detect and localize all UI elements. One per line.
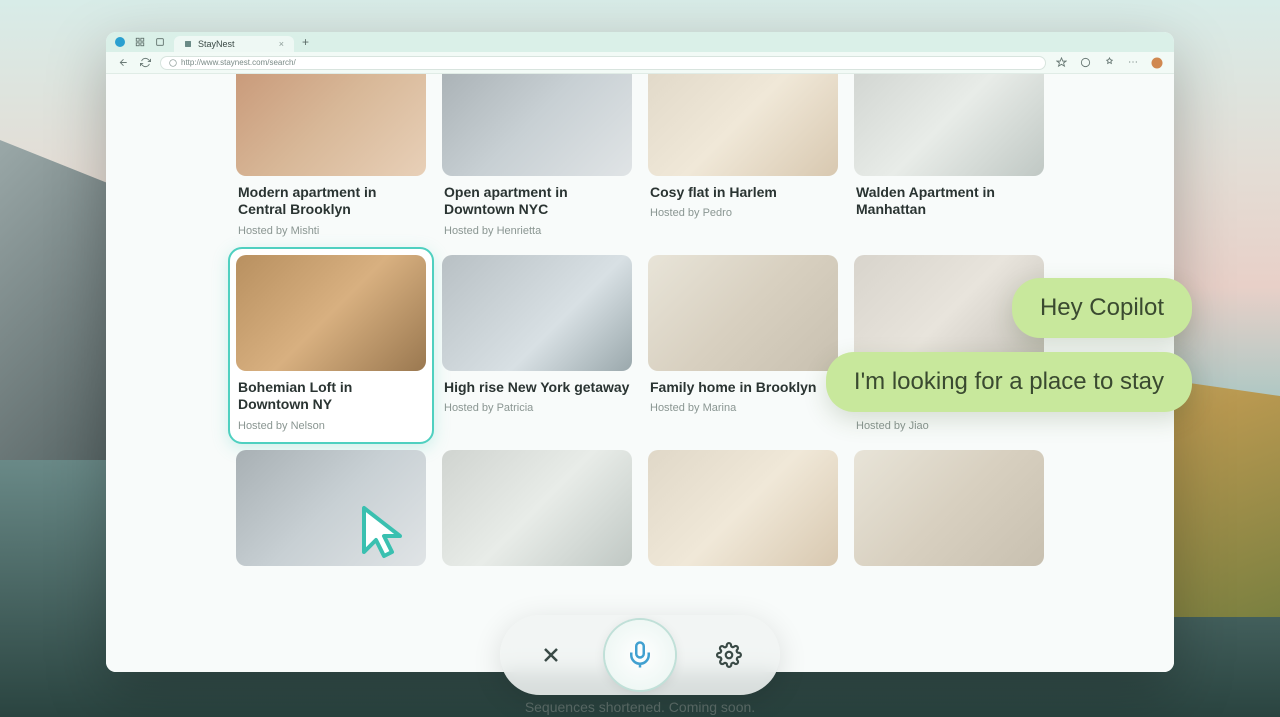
profile-avatar-icon[interactable] xyxy=(1150,56,1164,70)
listing-thumbnail xyxy=(236,255,426,371)
site-info-icon xyxy=(169,59,177,67)
listing-card[interactable] xyxy=(442,450,632,566)
settings-button[interactable] xyxy=(711,637,747,673)
listing-title: Family home in Brooklyn xyxy=(648,377,838,397)
url-text: http://www.staynest.com/search/ xyxy=(181,58,296,67)
tab-title: StayNest xyxy=(198,39,235,49)
listing-thumbnail xyxy=(854,450,1044,566)
demo-caption: Sequences shortened. Coming soon. xyxy=(525,699,755,715)
listing-title: Cosy flat in Harlem xyxy=(648,182,838,202)
address-bar: http://www.staynest.com/search/ ⋯ xyxy=(106,52,1174,74)
listing-card[interactable]: Cosy flat in Harlem Hosted by Pedro xyxy=(648,74,838,241)
listing-title: High rise New York getaway xyxy=(442,377,632,397)
listing-title: Bohemian Loft in Downtown NY xyxy=(236,377,426,414)
more-icon[interactable]: ⋯ xyxy=(1126,56,1140,70)
listing-card[interactable]: High rise New York getaway Hosted by Pat… xyxy=(442,255,632,436)
listing-thumbnail xyxy=(854,74,1044,176)
toolbar-right: ⋯ xyxy=(1054,56,1164,70)
listing-host: Hosted by Mishti xyxy=(236,225,426,241)
listing-host: Hosted by Patricia xyxy=(442,402,632,418)
new-tab-button[interactable]: + xyxy=(302,35,309,49)
browser-tab[interactable]: StayNest × xyxy=(174,36,294,52)
extensions-icon[interactable] xyxy=(1102,56,1116,70)
listing-host: Hosted by Henrietta xyxy=(442,225,632,241)
listing-host: Hosted by Marina xyxy=(648,402,838,418)
listing-title: Walden Apartment in Manhattan xyxy=(854,182,1044,219)
listing-title: Modern apartment in Central Brooklyn xyxy=(236,182,426,219)
listing-card[interactable]: Modern apartment in Central Brooklyn Hos… xyxy=(236,74,426,241)
listing-host: Hosted by Jiao xyxy=(854,420,1044,436)
back-icon[interactable] xyxy=(116,56,130,70)
listing-thumbnail xyxy=(648,74,838,176)
listing-host xyxy=(854,225,1044,229)
listing-thumbnail xyxy=(236,74,426,176)
url-input[interactable]: http://www.staynest.com/search/ xyxy=(160,56,1046,70)
listing-thumbnail xyxy=(442,255,632,371)
tab-actions-icon[interactable] xyxy=(154,36,166,48)
listing-card-highlighted[interactable]: Bohemian Loft in Downtown NY Hosted by N… xyxy=(228,247,434,444)
refresh-icon[interactable] xyxy=(138,56,152,70)
listing-title: Open apartment in Downtown NYC xyxy=(442,182,632,219)
star-icon[interactable] xyxy=(1054,56,1068,70)
listing-host: Hosted by Nelson xyxy=(236,420,426,436)
workspace-icon[interactable] xyxy=(134,36,146,48)
listing-thumbnail xyxy=(236,450,426,566)
close-voice-button[interactable] xyxy=(533,637,569,673)
listing-thumbnail xyxy=(648,255,838,371)
titlebar: StayNest × + xyxy=(106,32,1174,52)
listing-card[interactable] xyxy=(236,450,426,566)
listing-card[interactable] xyxy=(648,450,838,566)
tab-favicon-icon xyxy=(184,40,192,48)
listing-thumbnail xyxy=(442,450,632,566)
listing-card[interactable]: Walden Apartment in Manhattan xyxy=(854,74,1044,241)
copilot-bubbles: Hey Copilot I'm looking for a place to s… xyxy=(826,278,1192,412)
tab-close-icon[interactable]: × xyxy=(279,39,284,49)
listing-host: Hosted by Pedro xyxy=(648,207,838,223)
listing-thumbnail xyxy=(442,74,632,176)
microphone-button[interactable] xyxy=(605,620,675,690)
edge-logo-icon xyxy=(114,36,126,48)
copilot-bubble: Hey Copilot xyxy=(1012,278,1192,338)
listing-thumbnail xyxy=(648,450,838,566)
listing-card[interactable]: Open apartment in Downtown NYC Hosted by… xyxy=(442,74,632,241)
voice-control-bar xyxy=(500,615,780,695)
sync-icon[interactable] xyxy=(1078,56,1092,70)
listing-card[interactable]: Family home in Brooklyn Hosted by Marina xyxy=(648,255,838,436)
copilot-bubble: I'm looking for a place to stay xyxy=(826,352,1192,412)
listing-card[interactable] xyxy=(854,450,1044,566)
